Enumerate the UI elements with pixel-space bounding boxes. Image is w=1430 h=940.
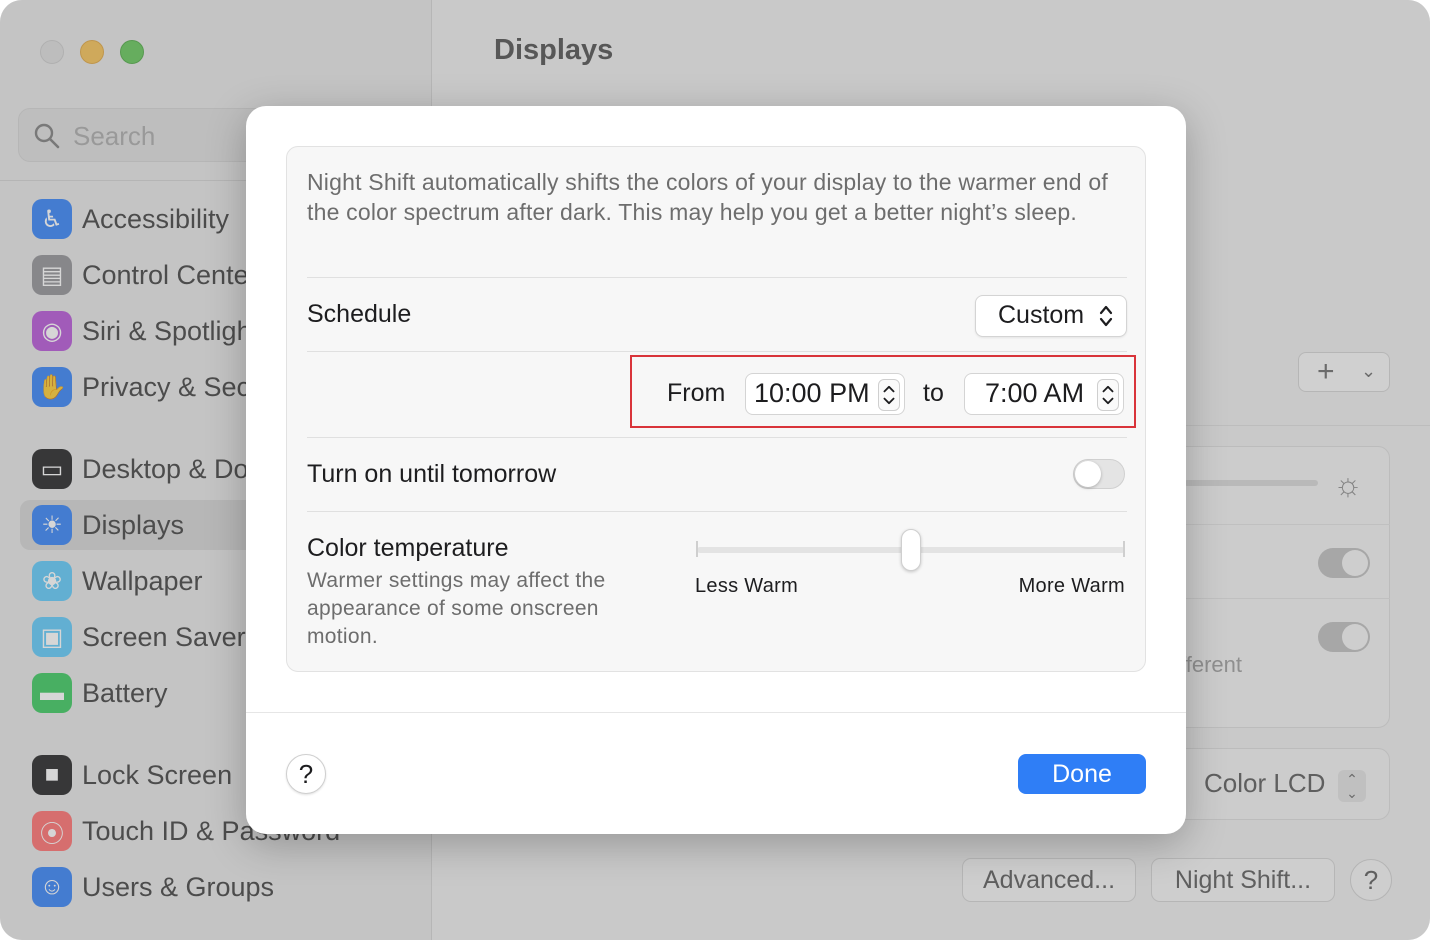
- row-divider: [307, 511, 1127, 512]
- to-label: to: [923, 379, 944, 407]
- toggle-knob: [1075, 461, 1101, 487]
- system-settings-window: Search ♿ Accessibility ▤ Control Center ◉ Sir…: [0, 0, 1430, 940]
- row-divider: [307, 277, 1127, 278]
- row-divider: [307, 351, 1127, 352]
- to-time-stepper[interactable]: [1097, 379, 1119, 411]
- from-time-value[interactable]: 10:00 PM: [754, 378, 870, 409]
- schedule-label: Schedule: [307, 300, 412, 328]
- from-time-field[interactable]: 10:00 PM: [745, 373, 905, 415]
- slider-max-label: More Warm: [1018, 575, 1125, 597]
- color-temperature-thumb[interactable]: [901, 529, 921, 571]
- schedule-popup[interactable]: Custom: [975, 295, 1127, 337]
- slider-min-label: Less Warm: [695, 575, 799, 597]
- to-time-value[interactable]: 7:00 AM: [985, 378, 1084, 409]
- night-shift-card: Night Shift automatically shifts the col…: [286, 146, 1146, 672]
- row-divider: [307, 437, 1127, 438]
- color-temperature-subtitle: Warmer settings may affect the appearanc…: [307, 569, 606, 648]
- from-label: From: [667, 379, 726, 407]
- night-shift-description: Night Shift automatically shifts the col…: [307, 169, 1108, 225]
- slider-min-tick: [696, 541, 698, 557]
- color-temperature-title: Color temperature: [307, 534, 509, 562]
- slider-max-tick: [1123, 541, 1125, 557]
- from-time-stepper[interactable]: [878, 379, 900, 411]
- night-shift-sheet: Night Shift automatically shifts the col…: [246, 106, 1186, 834]
- help-button[interactable]: ?: [286, 754, 326, 794]
- done-button[interactable]: Done: [1018, 754, 1146, 794]
- schedule-value: Custom: [998, 301, 1085, 329]
- until-tomorrow-toggle[interactable]: [1073, 459, 1125, 489]
- sheet-footer-divider: [246, 712, 1186, 713]
- to-time-field[interactable]: 7:00 AM: [964, 373, 1124, 415]
- until-tomorrow-label: Turn on until tomorrow: [307, 460, 557, 488]
- up-down-arrows-icon: [1099, 305, 1113, 327]
